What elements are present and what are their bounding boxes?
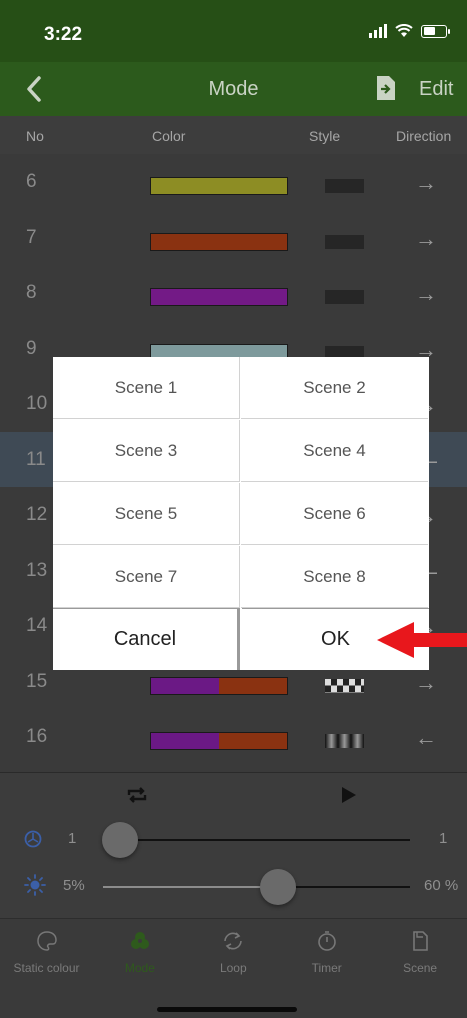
mode-row[interactable]: 6 → bbox=[0, 154, 467, 209]
style-preview bbox=[325, 234, 364, 249]
mode-number: 9 bbox=[26, 337, 37, 359]
mode-number: 7 bbox=[26, 226, 37, 248]
mode-row[interactable]: 16 ← bbox=[0, 709, 467, 764]
color-swatch bbox=[150, 177, 288, 195]
mode-icon bbox=[130, 932, 149, 949]
scene-option[interactable]: Scene 1 bbox=[53, 357, 240, 419]
speed-slider-thumb[interactable] bbox=[102, 822, 138, 858]
scene-option[interactable]: Scene 4 bbox=[241, 420, 428, 482]
scene-option[interactable]: Scene 2 bbox=[241, 357, 428, 419]
loop-icon bbox=[224, 932, 243, 950]
brightness-slider-thumb[interactable] bbox=[259, 869, 296, 905]
status-icons bbox=[369, 24, 450, 38]
direction-arrow: → bbox=[415, 170, 437, 195]
red-arrow-annotation bbox=[377, 622, 467, 658]
mode-row[interactable]: 8 → bbox=[0, 265, 467, 320]
column-color: Color bbox=[152, 128, 186, 144]
brightness-icon bbox=[24, 874, 46, 896]
list-header: No Color Style Direction bbox=[0, 116, 467, 154]
scene-option[interactable]: Scene 8 bbox=[241, 546, 428, 608]
playback-controls: 1 1 bbox=[0, 772, 467, 918]
speed-icon bbox=[24, 830, 42, 848]
mode-row[interactable]: 7 → bbox=[0, 210, 467, 265]
direction-arrow: → bbox=[415, 281, 437, 306]
mode-number: 12 bbox=[26, 504, 48, 525]
home-indicator bbox=[157, 1007, 297, 1012]
style-preview bbox=[325, 678, 364, 693]
palette-icon bbox=[36, 931, 57, 951]
cancel-button[interactable]: Cancel bbox=[53, 608, 240, 670]
scene-icon bbox=[413, 931, 428, 951]
direction-arrow: ← bbox=[415, 725, 437, 750]
style-preview bbox=[325, 179, 364, 193]
speed-slider-track[interactable] bbox=[104, 839, 410, 841]
tab-label: Timer bbox=[311, 961, 342, 975]
scene-picker-dialog: Cancel OK Scene 1 Scene 2 Scene 3 Scene 4 Sc… bbox=[53, 357, 429, 670]
tab-label: Loop bbox=[219, 961, 247, 975]
brightness-track-min[interactable] bbox=[103, 886, 278, 888]
edit-button[interactable]: Edit bbox=[419, 78, 453, 101]
tab-bar: Static colour Mode Loop Timer Scene bbox=[0, 918, 467, 1018]
speed-min-label: 1 bbox=[68, 830, 77, 847]
tab-loop[interactable]: Loop bbox=[187, 929, 280, 975]
brightness-track-max[interactable] bbox=[277, 886, 410, 888]
nav-bar: Mode Edit bbox=[0, 62, 467, 116]
mode-number: 8 bbox=[26, 282, 37, 303]
tab-static-colour[interactable]: Static colour bbox=[0, 929, 93, 975]
color-swatch bbox=[150, 676, 288, 695]
color-swatch bbox=[150, 232, 288, 251]
tab-timer[interactable]: Timer bbox=[280, 929, 373, 975]
export-document-icon[interactable] bbox=[375, 75, 397, 101]
signal-icon bbox=[369, 24, 387, 38]
tab-label: Scene bbox=[403, 961, 438, 975]
direction-arrow: → bbox=[415, 669, 437, 695]
style-preview bbox=[325, 734, 364, 748]
scene-option[interactable]: Scene 3 bbox=[53, 420, 240, 482]
style-preview bbox=[325, 290, 364, 304]
tab-mode[interactable]: Mode bbox=[93, 929, 186, 975]
timer-icon bbox=[317, 931, 336, 951]
battery-icon bbox=[421, 24, 450, 38]
tab-label: Mode bbox=[124, 961, 155, 975]
tab-scene[interactable]: Scene bbox=[374, 929, 467, 975]
mode-number: 11 bbox=[26, 448, 46, 470]
brightness-max-label: 60 % bbox=[424, 877, 459, 894]
scene-option[interactable]: Scene 5 bbox=[53, 483, 240, 545]
speed-max-label: 1 bbox=[439, 830, 448, 847]
play-icon[interactable] bbox=[342, 787, 356, 803]
color-swatch bbox=[150, 732, 288, 750]
mode-number: 16 bbox=[26, 726, 48, 747]
repeat-icon[interactable] bbox=[126, 786, 148, 804]
mode-number: 6 bbox=[26, 171, 37, 192]
column-direction: Direction bbox=[396, 128, 452, 144]
mode-number: 14 bbox=[26, 615, 48, 636]
mode-number: 15 bbox=[26, 670, 48, 692]
direction-arrow: → bbox=[415, 225, 437, 251]
mode-number: 10 bbox=[26, 393, 48, 414]
color-swatch bbox=[150, 288, 288, 306]
column-no: No bbox=[26, 128, 44, 144]
status-time: 3:22 bbox=[44, 24, 83, 45]
column-style: Style bbox=[309, 128, 341, 144]
mode-number: 13 bbox=[26, 559, 48, 581]
wifi-icon bbox=[395, 24, 413, 37]
scene-option[interactable]: Scene 6 bbox=[241, 483, 428, 545]
tab-label: Static colour bbox=[13, 961, 80, 975]
brightness-min-label: 5% bbox=[63, 877, 85, 894]
scene-option[interactable]: Scene 7 bbox=[53, 546, 240, 608]
status-bar: 3:22 bbox=[0, 0, 467, 62]
